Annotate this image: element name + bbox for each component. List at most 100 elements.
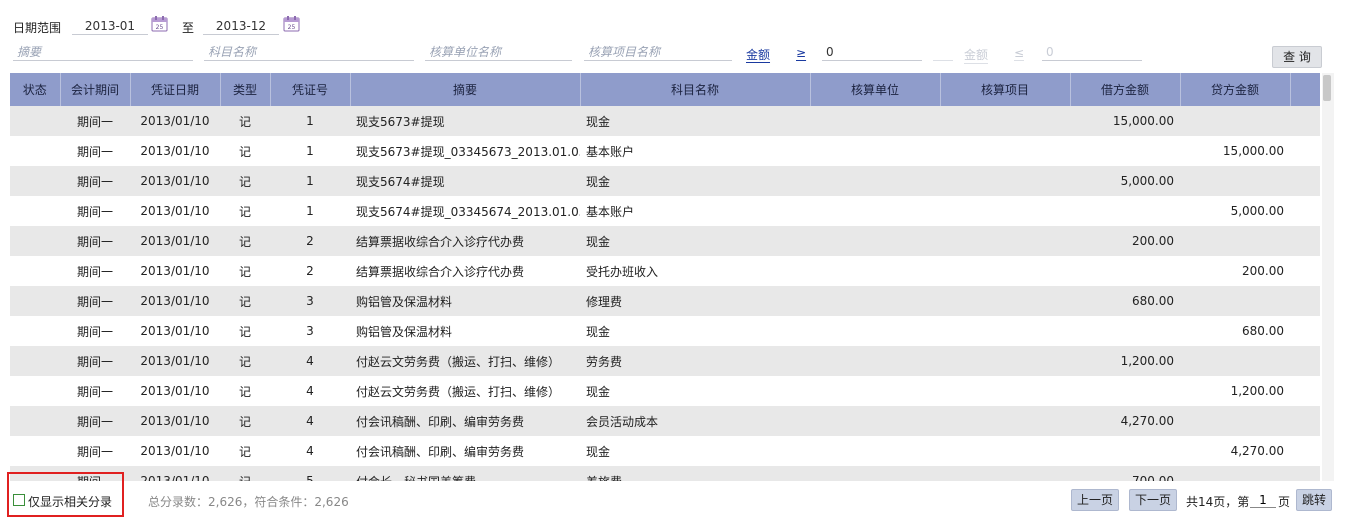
col-header-period[interactable]: 会计期间 xyxy=(60,73,131,106)
col-header-unit[interactable]: 核算单位 xyxy=(810,73,941,106)
page-number-input[interactable] xyxy=(1250,492,1276,508)
col-header-credit[interactable]: 贷方金额 xyxy=(1180,73,1291,106)
cell-date: 2013/01/10 xyxy=(130,316,220,346)
col-header-item[interactable]: 核算项目 xyxy=(940,73,1071,106)
cell-subject: 现金 xyxy=(580,226,810,256)
cell-item xyxy=(940,376,1070,406)
date-from-input[interactable] xyxy=(72,17,148,35)
table-row[interactable]: 期间一 2013/01/10 记 1 现支5673#提现 现金 15,000.00 xyxy=(10,106,1320,136)
cell-status xyxy=(10,406,60,436)
cell-unit xyxy=(810,196,940,226)
cell-type: 记 xyxy=(220,106,270,136)
cell-spacer xyxy=(1290,346,1320,376)
cell-period: 期间一 xyxy=(60,346,130,376)
cell-date: 2013/01/10 xyxy=(130,346,220,376)
cell-no: 4 xyxy=(270,406,350,436)
summary-filter-input[interactable] xyxy=(13,43,193,61)
cell-unit xyxy=(810,346,940,376)
date-to-input[interactable] xyxy=(203,17,279,35)
only-related-checkbox[interactable] xyxy=(13,494,25,506)
cell-spacer xyxy=(1290,136,1320,166)
cell-type: 记 xyxy=(220,196,270,226)
col-header-voucher-no[interactable]: 凭证号 xyxy=(270,73,351,106)
cell-summary: 付赵云文劳务费（搬运、打扫、维修） xyxy=(350,376,580,406)
cell-summary: 结算票据收综合介入诊疗代办费 xyxy=(350,256,580,286)
cell-status xyxy=(10,226,60,256)
table-row[interactable]: 期间一 2013/01/10 记 2 结算票据收综合介入诊疗代办费 受托办班收入 200.0… xyxy=(10,256,1320,286)
calendar-icon[interactable]: 25 xyxy=(283,15,300,32)
cell-debit: 1,200.00 xyxy=(1070,346,1180,376)
cell-item xyxy=(940,436,1070,466)
cell-debit xyxy=(1070,256,1180,286)
col-header-subject[interactable]: 科目名称 xyxy=(580,73,811,106)
cell-spacer xyxy=(1290,406,1320,436)
cell-unit xyxy=(810,376,940,406)
jump-page-button[interactable]: 跳转 xyxy=(1296,489,1332,511)
table-row[interactable]: 期间一 2013/01/10 记 1 现支5673#提现_03345673_2013.0… xyxy=(10,136,1320,166)
unit-filter-input[interactable] xyxy=(425,43,572,61)
col-header-summary[interactable]: 摘要 xyxy=(350,73,581,106)
cell-no: 4 xyxy=(270,376,350,406)
cell-item xyxy=(940,346,1070,376)
cell-unit xyxy=(810,406,940,436)
item-filter-input[interactable] xyxy=(584,43,732,61)
cell-status xyxy=(10,166,60,196)
cell-date: 2013/01/10 xyxy=(130,406,220,436)
cell-subject: 现金 xyxy=(580,316,810,346)
query-button[interactable]: 查 询 xyxy=(1272,46,1322,68)
cell-period: 期间一 xyxy=(60,196,130,226)
cell-type: 记 xyxy=(220,316,270,346)
only-related-label[interactable]: 仅显示相关分录 xyxy=(28,493,112,510)
cell-credit xyxy=(1180,226,1290,256)
cell-item xyxy=(940,466,1070,481)
table-body: 期间一 2013/01/10 记 1 现支5673#提现 现金 15,000.00 期间一 20… xyxy=(10,106,1320,481)
table-row[interactable]: 期间一 2013/01/10 记 4 付赵云文劳务费（搬运、打扫、维修） 现金 1,200.… xyxy=(10,376,1320,406)
cell-unit xyxy=(810,286,940,316)
cell-summary: 购铝管及保温材料 xyxy=(350,286,580,316)
cell-credit: 1,200.00 xyxy=(1180,376,1290,406)
cell-unit xyxy=(810,256,940,286)
vertical-scrollbar[interactable] xyxy=(1322,73,1334,481)
amount-min-input[interactable] xyxy=(822,43,922,61)
cell-status xyxy=(10,136,60,166)
table-row[interactable]: 期间一 2013/01/10 记 4 付赵云文劳务费（搬运、打扫、维修） 劳务费 1,200… xyxy=(10,346,1320,376)
cell-credit xyxy=(1180,466,1290,481)
col-header-debit[interactable]: 借方金额 xyxy=(1070,73,1181,106)
voucher-grid: 状态 会计期间 凭证日期 类型 凭证号 摘要 科目名称 核算单位 核算项目 借方… xyxy=(10,73,1320,481)
prev-page-button[interactable]: 上一页 xyxy=(1071,489,1119,511)
table-row[interactable]: 期间一 2013/01/10 记 3 购铝管及保温材料 修理费 680.00 xyxy=(10,286,1320,316)
cell-type: 记 xyxy=(220,406,270,436)
table-row[interactable]: 期间一 2013/01/10 记 3 购铝管及保温材料 现金 680.00 xyxy=(10,316,1320,346)
table-row[interactable]: 期间一 2013/01/10 记 4 付会讯稿酬、印刷、编审劳务费 现金 4,270.00 xyxy=(10,436,1320,466)
amount-max-input xyxy=(1042,43,1142,61)
cell-subject: 基本账户 xyxy=(580,196,810,226)
cell-item xyxy=(940,256,1070,286)
cell-no: 1 xyxy=(270,196,350,226)
gte-operator-link[interactable]: ≥ xyxy=(796,46,806,60)
cell-item xyxy=(940,226,1070,256)
table-row[interactable]: 期间一 2013/01/10 记 4 付会讯稿酬、印刷、编审劳务费 会员活动成本 4,270… xyxy=(10,406,1320,436)
col-header-status[interactable]: 状态 xyxy=(10,73,61,106)
cell-item xyxy=(940,316,1070,346)
table-row[interactable]: 期间一2013/01/10记5付会长、秘书国美筹费差旅费700.00 xyxy=(10,466,1320,481)
cell-spacer xyxy=(1290,436,1320,466)
cell-credit xyxy=(1180,406,1290,436)
cell-date: 2013/01/10 xyxy=(130,376,220,406)
cell-status xyxy=(10,376,60,406)
subject-filter-input[interactable] xyxy=(204,43,414,61)
table-row[interactable]: 期间一 2013/01/10 记 1 现支5674#提现 现金 5,000.00 xyxy=(10,166,1320,196)
next-page-button[interactable]: 下一页 xyxy=(1129,489,1177,511)
lte-operator-link-disabled: ≤ xyxy=(1014,46,1025,61)
cell-credit: 200.00 xyxy=(1180,256,1290,286)
amount-field-link[interactable]: 金额 xyxy=(746,46,770,63)
table-row[interactable]: 期间一 2013/01/10 记 1 现支5674#提现_03345674_2013.0… xyxy=(10,196,1320,226)
col-header-type[interactable]: 类型 xyxy=(220,73,271,106)
col-header-date[interactable]: 凭证日期 xyxy=(130,73,221,106)
calendar-icon[interactable]: 25 xyxy=(151,15,168,32)
cell-date: 2013/01/10 xyxy=(130,106,220,136)
scrollbar-thumb[interactable] xyxy=(1323,75,1331,101)
cell-summary: 购铝管及保温材料 xyxy=(350,316,580,346)
cell-no: 1 xyxy=(270,136,350,166)
table-row[interactable]: 期间一 2013/01/10 记 2 结算票据收综合介入诊疗代办费 现金 200.00 xyxy=(10,226,1320,256)
cell-date: 2013/01/10 xyxy=(130,286,220,316)
